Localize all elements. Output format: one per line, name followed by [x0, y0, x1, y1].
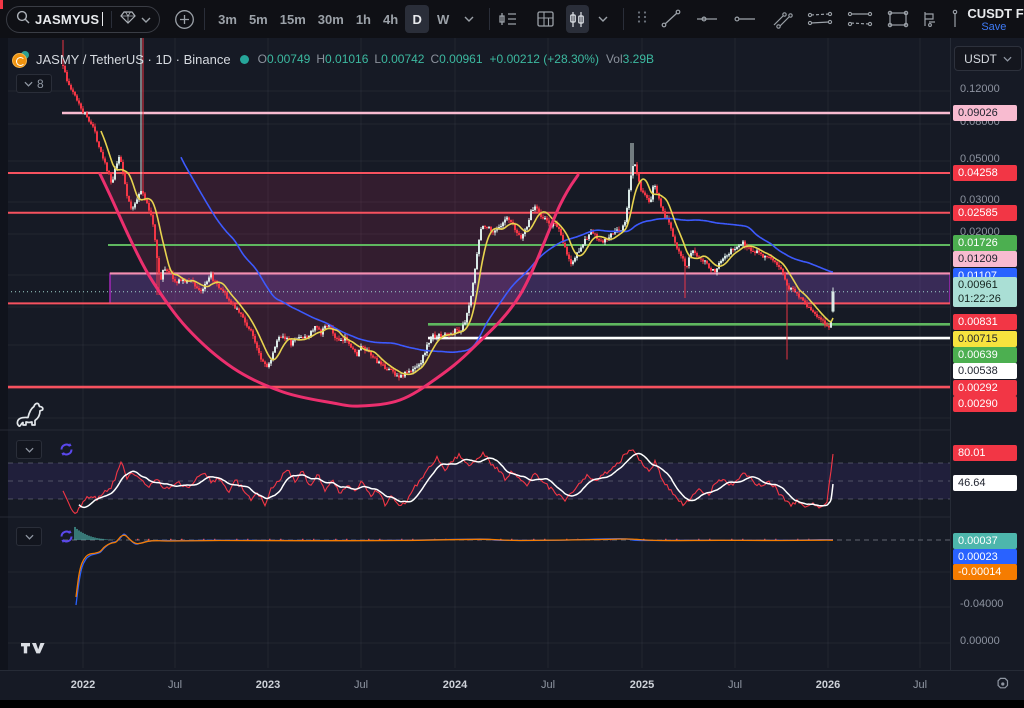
tradingview-chart-window: { "toolbar": { "search_symbol": "JASMYUS…	[0, 0, 1024, 708]
axis-tick: 0.12000	[960, 83, 1000, 95]
price-label: 0.00831	[953, 314, 1017, 330]
top-toolbar: JASMYUS 3m5m15m30m1h4hDW	[0, 0, 1024, 38]
ohlc-o: O0.00749	[258, 52, 311, 66]
price-label: 80.01	[953, 445, 1017, 461]
price-label: -0.00014	[953, 564, 1017, 580]
volume-value: Vol3.29B	[606, 50, 654, 68]
time-label: 2026	[816, 679, 840, 691]
price-label: 0.00290	[953, 396, 1017, 412]
chevron-down-icon	[25, 534, 34, 540]
oscillator-pane-collapse[interactable]	[16, 527, 42, 546]
interval-5m[interactable]: 5m	[244, 5, 273, 33]
bars-pattern-icon[interactable]	[918, 5, 942, 33]
right-symbol-text: CUSDT F	[967, 6, 1023, 21]
chart-legend: JASMY / TetherUS · 1D · Binance O0.00749…	[12, 50, 654, 68]
ohlc-c: C0.00961	[430, 52, 482, 66]
symbol-search-text: JASMYUS	[35, 12, 99, 27]
indicators-collapse-chip[interactable]: 8	[16, 74, 52, 93]
price-label: 0.09026	[953, 105, 1017, 121]
notification-sliver	[0, 0, 3, 9]
chevron-down-icon[interactable]	[141, 10, 151, 28]
interval-15m[interactable]: 15m	[275, 5, 311, 33]
price-label: 0.00037	[953, 533, 1017, 549]
price-scale[interactable]: USDT 0.120000.080000.050000.030000.02000…	[950, 38, 1024, 670]
currency-toggle-button[interactable]: USDT	[954, 46, 1022, 71]
symbol-search[interactable]: JASMYUS	[6, 6, 160, 33]
grid-layout-icon[interactable]	[534, 5, 558, 33]
axis-tick: 0.05000	[960, 153, 1000, 165]
chevron-down-icon	[1003, 56, 1012, 62]
interval-buttons: 3m5m15m30m1h4hDW	[213, 5, 455, 33]
chart-style-candles-icon[interactable]	[566, 5, 590, 33]
interval-4h[interactable]: 4h	[378, 5, 403, 33]
price-label: 0.02585	[953, 205, 1017, 221]
interval-30m[interactable]: 30m	[313, 5, 349, 33]
time-label: 2022	[71, 679, 95, 691]
chart-area[interactable]: JASMY / TetherUS · 1D · Binance O0.00749…	[0, 38, 1024, 700]
rsi-pane-collapse[interactable]	[16, 440, 42, 459]
time-label: 2025	[630, 679, 654, 691]
trend-line-icon[interactable]	[659, 5, 683, 33]
time-label: 2024	[443, 679, 467, 691]
time-label: Jul	[913, 679, 927, 691]
market-status-dot	[240, 55, 249, 64]
interval-1h[interactable]: 1h	[351, 5, 376, 33]
axis-tick: 0.00000	[960, 635, 1000, 647]
ohlc-values: O0.00749 H0.01016 L0.00742 C0.00961	[258, 52, 483, 66]
bottom-strip	[0, 700, 1024, 708]
search-icon	[16, 10, 30, 29]
horizontal-ray-icon[interactable]	[733, 5, 757, 33]
tradingview-logo[interactable]	[20, 638, 48, 660]
jasmy-coin-icon	[12, 51, 29, 68]
parallel-channel-icon[interactable]	[807, 5, 833, 33]
time-scale[interactable]: 2022 Jul 2023 Jul 2024 Jul 2025 Jul 2026 Jul	[0, 670, 1024, 700]
price-label: 0.00639	[953, 347, 1017, 363]
vertical-line-icon[interactable]	[944, 5, 968, 33]
chevron-down-icon	[24, 81, 33, 87]
add-symbol-compare-button[interactable]	[170, 5, 198, 33]
time-label: 2023	[256, 679, 280, 691]
ohlc-h: H0.01016	[316, 52, 368, 66]
chart-canvas[interactable]	[0, 38, 1024, 700]
flat-channel-icon[interactable]	[847, 5, 873, 33]
horizontal-line-icon[interactable]	[695, 5, 719, 33]
ohlc-l: L0.00742	[374, 52, 424, 66]
scale-settings-gear-icon[interactable]	[994, 675, 1011, 697]
time-label: Jul	[541, 679, 555, 691]
oscillator-loading-icon[interactable]	[57, 527, 76, 546]
price-label: 0.00715	[953, 331, 1017, 347]
axis-tick: -0.04000	[960, 598, 1003, 610]
chevron-down-icon	[25, 447, 34, 453]
interval-3m[interactable]: 3m	[213, 5, 242, 33]
change-value: +0.00212 (+28.30%)	[490, 52, 599, 66]
time-label: Jul	[168, 679, 182, 691]
interval-chevron-button[interactable]	[455, 5, 483, 33]
text-cursor	[102, 12, 103, 26]
price-label: 0.00292	[953, 380, 1017, 396]
time-label: Jul	[354, 679, 368, 691]
price-label: 0.04258	[953, 165, 1017, 181]
indicators-icon[interactable]	[496, 5, 520, 33]
drag-handle-icon[interactable]	[636, 10, 648, 29]
cross-trend-icon[interactable]	[770, 5, 794, 33]
interval-W[interactable]: W	[431, 5, 455, 33]
price-label: 0.01209	[953, 251, 1017, 267]
dino-sticker[interactable]	[15, 400, 49, 439]
rsi-loading-icon[interactable]	[57, 440, 76, 459]
time-label: Jul	[728, 679, 742, 691]
price-label: 0.00538	[953, 363, 1017, 379]
right-symbol-group: CUSDT F Save	[967, 6, 1024, 33]
chart-style-chevron[interactable]	[589, 5, 617, 33]
current-price-label: 0.0096101:22:26	[953, 277, 1017, 307]
rectangle-tool-icon[interactable]	[886, 5, 910, 33]
interval-D[interactable]: D	[405, 5, 429, 33]
symbol-title[interactable]: JASMY / TetherUS · 1D · Binance	[36, 52, 231, 67]
diamond-icon[interactable]	[120, 10, 136, 29]
save-button[interactable]: Save	[981, 21, 1006, 33]
price-label: 0.01726	[953, 235, 1017, 251]
price-label: 0.00023	[953, 549, 1017, 565]
price-label: 46.64	[953, 475, 1017, 491]
